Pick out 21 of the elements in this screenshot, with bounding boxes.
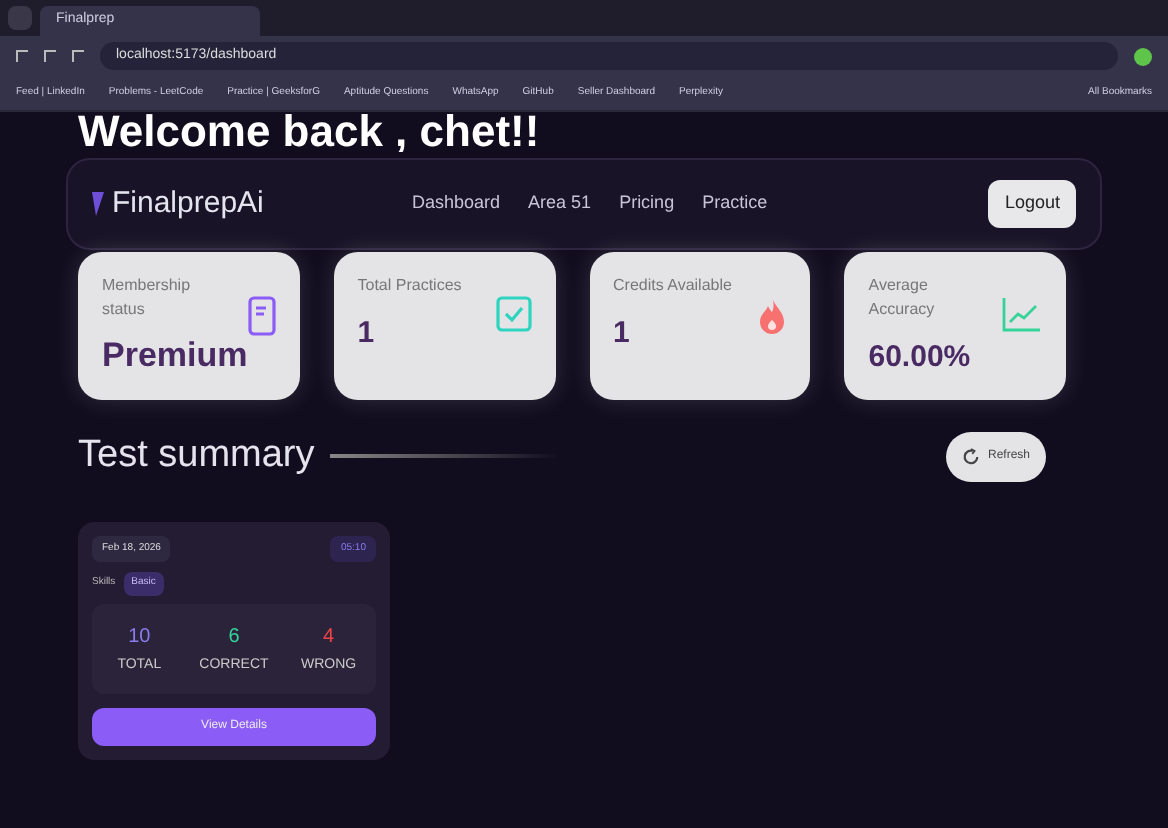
stat-value: 1 — [357, 314, 377, 354]
stat-value: 1 — [613, 314, 632, 354]
stat-label: Credits Available — [613, 274, 733, 298]
logo-icon — [92, 192, 104, 216]
score-value: 10 — [128, 623, 151, 651]
nav-link[interactable]: Area 51 — [528, 190, 592, 218]
stat-label: Total Practices — [357, 274, 464, 298]
nav-link[interactable]: Practice — [702, 190, 768, 218]
refresh-icon — [961, 447, 980, 466]
score-value: 4 — [323, 623, 335, 651]
logout-button[interactable]: Logout — [988, 180, 1076, 228]
stat-value: Premium — [102, 334, 248, 378]
stat-label: Membership status — [102, 274, 193, 322]
logo-text: FinalprepAi — [112, 183, 264, 224]
score-value: 6 — [228, 623, 240, 651]
profile-avatar[interactable] — [1134, 47, 1152, 65]
stat-label: Average Accuracy — [868, 274, 937, 322]
stat-value: 60.00% — [868, 338, 973, 378]
nav-link[interactable]: Pricing — [619, 190, 675, 218]
nav-link[interactable]: Dashboard — [412, 190, 501, 218]
section-heading: Test summary — [78, 432, 315, 480]
